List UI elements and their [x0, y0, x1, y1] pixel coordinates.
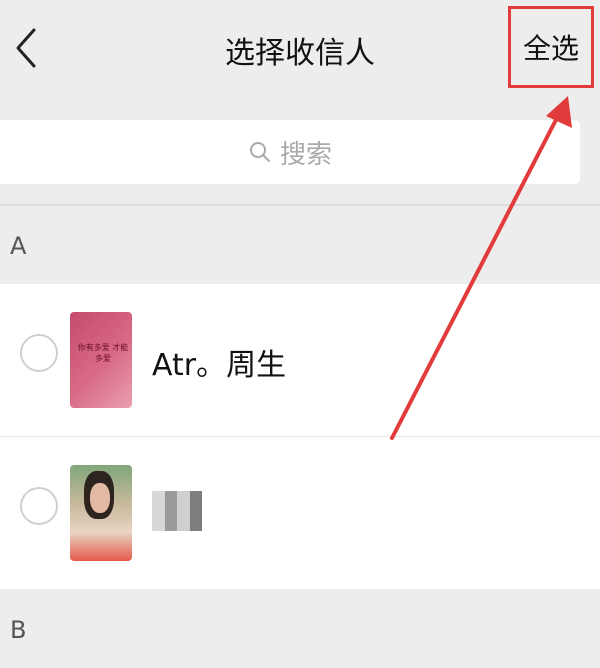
avatar: 你有多爱 才能多爱 — [70, 312, 132, 408]
avatar — [70, 465, 132, 561]
section-header-a: A — [0, 206, 600, 284]
select-all-label: 全选 — [522, 32, 579, 65]
contact-name-blurred — [152, 491, 202, 531]
select-all-button[interactable]: 全选 — [508, 6, 594, 88]
contact-name: Atr。周生 — [152, 348, 287, 383]
contact-row[interactable]: 你有多爱 才能多爱 Atr。周生 — [0, 284, 600, 436]
section-letter: A — [10, 232, 27, 260]
avatar-caption: 你有多爱 才能多爱 — [77, 343, 129, 363]
section-header-b: B — [0, 590, 600, 668]
select-radio[interactable] — [20, 334, 58, 372]
contact-row[interactable] — [0, 437, 600, 589]
select-radio[interactable] — [20, 487, 58, 525]
search-placeholder: 搜索 — [279, 139, 332, 170]
section-letter: B — [10, 616, 27, 644]
search-icon — [249, 142, 270, 162]
search-input[interactable]: 搜索 — [0, 120, 580, 184]
nav-bar: 选择收信人 全选 — [0, 0, 600, 100]
